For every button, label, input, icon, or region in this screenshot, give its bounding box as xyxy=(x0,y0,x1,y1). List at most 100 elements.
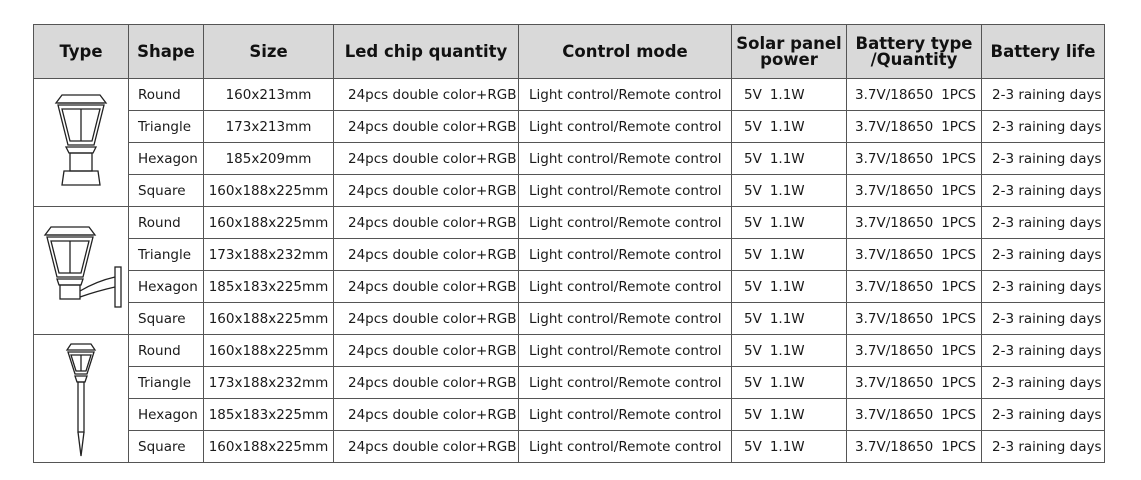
control-cell: Light control/Remote control xyxy=(518,110,732,143)
solar-power-cell: 5V 1.1W xyxy=(731,430,847,463)
solar-power-cell: 5V 1.1W xyxy=(731,366,847,399)
battery-cell: 3.7V/18650 1PCS xyxy=(846,78,982,111)
stake-lamp-icon xyxy=(35,340,128,458)
battery-life-cell: 2-3 raining days xyxy=(981,430,1105,463)
control-cell: Light control/Remote control xyxy=(518,430,732,463)
solar-power-cell: 5V 1.1W xyxy=(731,142,847,175)
battery-qty: 1PCS xyxy=(941,342,976,359)
type-image-cell xyxy=(33,206,129,335)
solar-power-cell: 5V 1.1W xyxy=(731,334,847,367)
battery-cell: 3.7V/18650 1PCS xyxy=(846,142,982,175)
battery-cell: 3.7V/18650 1PCS xyxy=(846,302,982,335)
battery-life-cell: 2-3 raining days xyxy=(981,302,1105,335)
solar-voltage: 5V xyxy=(744,86,762,103)
size-cell: 185x183x225mm xyxy=(203,398,334,431)
battery-qty: 1PCS xyxy=(941,246,976,263)
battery-cell: 3.7V/18650 1PCS xyxy=(846,206,982,239)
header-size: Size xyxy=(203,24,334,79)
battery-cell: 3.7V/18650 1PCS xyxy=(846,430,982,463)
battery-type: 3.7V/18650 xyxy=(855,310,934,327)
battery-life-cell: 2-3 raining days xyxy=(981,398,1105,431)
battery-type: 3.7V/18650 xyxy=(855,214,934,231)
solar-watt: 1.1W xyxy=(769,182,805,199)
control-cell: Light control/Remote control xyxy=(518,398,732,431)
header-life: Battery life xyxy=(981,24,1105,79)
size-cell: 160x188x225mm xyxy=(203,174,334,207)
battery-qty: 1PCS xyxy=(941,86,976,103)
control-cell: Light control/Remote control xyxy=(518,334,732,367)
battery-type: 3.7V/18650 xyxy=(855,406,934,423)
solar-watt: 1.1W xyxy=(769,118,805,135)
battery-qty: 1PCS xyxy=(941,374,976,391)
size-cell: 160x188x225mm xyxy=(203,430,334,463)
led-cell: 24pcs double color+RGB xyxy=(333,174,519,207)
solar-power-cell: 5V 1.1W xyxy=(731,206,847,239)
shape-cell: Triangle xyxy=(128,238,204,271)
battery-qty: 1PCS xyxy=(941,406,976,423)
solar-voltage: 5V xyxy=(744,342,762,359)
led-cell: 24pcs double color+RGB xyxy=(333,430,519,463)
battery-cell: 3.7V/18650 1PCS xyxy=(846,366,982,399)
solar-voltage: 5V xyxy=(744,278,762,295)
led-cell: 24pcs double color+RGB xyxy=(333,302,519,335)
led-cell: 24pcs double color+RGB xyxy=(333,206,519,239)
control-cell: Light control/Remote control xyxy=(518,174,732,207)
solar-voltage: 5V xyxy=(744,438,762,455)
battery-life-cell: 2-3 raining days xyxy=(981,78,1105,111)
solar-power-cell: 5V 1.1W xyxy=(731,270,847,303)
led-cell: 24pcs double color+RGB xyxy=(333,238,519,271)
battery-qty: 1PCS xyxy=(941,182,976,199)
table-row: Hexagon 185x183x225mm 24pcs double color+R… xyxy=(34,270,1105,303)
shape-cell: Triangle xyxy=(128,110,204,143)
table-row: Round 160x188x225mm 24pcs double color+RGB… xyxy=(33,334,1105,463)
header-solar-line2: power xyxy=(760,49,818,69)
solar-watt: 1.1W xyxy=(769,374,805,391)
solar-watt: 1.1W xyxy=(769,246,805,263)
size-cell: 185x209mm xyxy=(203,142,334,175)
table-row: Triangle 173x188x232mm 24pcs double color+… xyxy=(34,238,1105,271)
shape-cell: Hexagon xyxy=(128,142,204,175)
led-cell: 24pcs double color+RGB xyxy=(333,334,519,367)
solar-power-cell: 5V 1.1W xyxy=(731,398,847,431)
battery-qty: 1PCS xyxy=(941,278,976,295)
battery-type: 3.7V/18650 xyxy=(855,86,934,103)
size-cell: 160x188x225mm xyxy=(203,334,334,367)
solar-voltage: 5V xyxy=(744,374,762,391)
table-row: Square 160x188x225mm 24pcs double color+RG… xyxy=(34,302,1105,335)
header-led: Led chip quantity xyxy=(333,24,519,79)
led-cell: 24pcs double color+RGB xyxy=(333,142,519,175)
battery-cell: 3.7V/18650 1PCS xyxy=(846,398,982,431)
size-cell: 160x188x225mm xyxy=(203,206,334,239)
control-cell: Light control/Remote control xyxy=(518,238,732,271)
header-row: Type Shape Size Led chip quantity Contro… xyxy=(33,24,1105,79)
battery-life-cell: 2-3 raining days xyxy=(981,174,1105,207)
shape-cell: Round xyxy=(128,78,204,111)
size-cell: 173x188x232mm xyxy=(203,366,334,399)
solar-voltage: 5V xyxy=(744,246,762,263)
table-body: Round 160x213mm 24pcs double color+RGB Ligh… xyxy=(33,78,1105,463)
control-cell: Light control/Remote control xyxy=(518,366,732,399)
battery-type: 3.7V/18650 xyxy=(855,246,934,263)
solar-watt: 1.1W xyxy=(769,406,805,423)
battery-cell: 3.7V/18650 1PCS xyxy=(846,238,982,271)
size-cell: 160x188x225mm xyxy=(203,302,334,335)
solar-voltage: 5V xyxy=(744,214,762,231)
solar-voltage: 5V xyxy=(744,310,762,327)
header-solar: Solar panel power xyxy=(731,24,847,79)
battery-qty: 1PCS xyxy=(941,214,976,231)
size-cell: 160x213mm xyxy=(203,78,334,111)
led-cell: 24pcs double color+RGB xyxy=(333,270,519,303)
solar-power-cell: 5V 1.1W xyxy=(731,302,847,335)
solar-watt: 1.1W xyxy=(769,342,805,359)
battery-cell: 3.7V/18650 1PCS xyxy=(846,270,982,303)
control-cell: Light control/Remote control xyxy=(518,206,732,239)
led-cell: 24pcs double color+RGB xyxy=(333,398,519,431)
table-row: Triangle 173x188x232mm 24pcs double color+… xyxy=(34,366,1105,399)
table-row: Round 160x188x225mm 24pcs double color+RGB… xyxy=(33,206,1105,335)
shape-cell: Hexagon xyxy=(128,270,204,303)
table-row: Triangle 173x213mm 24pcs double color+RGB L… xyxy=(34,110,1105,143)
battery-cell: 3.7V/18650 1PCS xyxy=(846,174,982,207)
table-row: Hexagon 185x183x225mm 24pcs double color+R… xyxy=(34,398,1105,431)
solar-voltage: 5V xyxy=(744,118,762,135)
solar-watt: 1.1W xyxy=(769,310,805,327)
